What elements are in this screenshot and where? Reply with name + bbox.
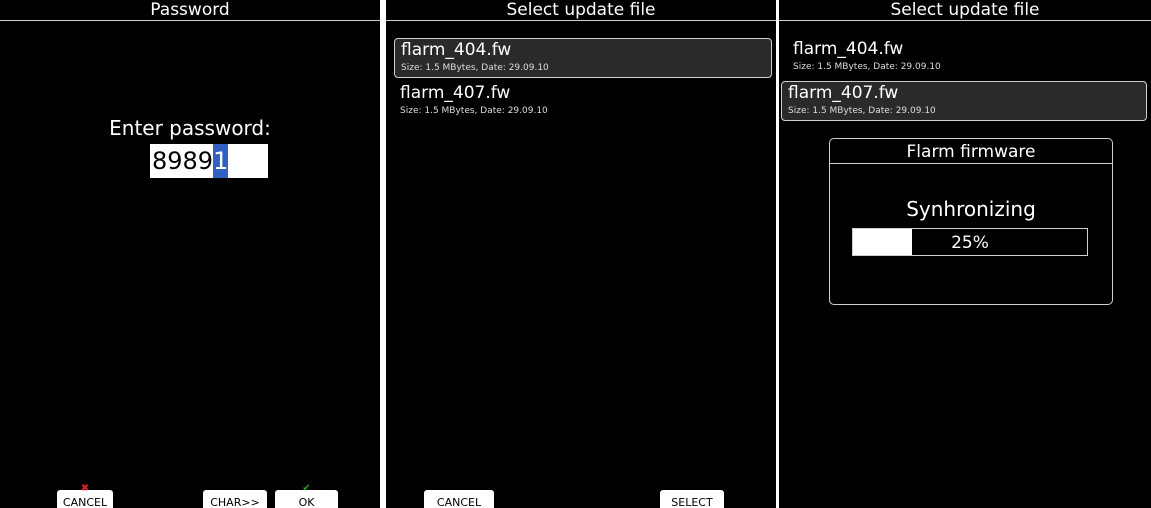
password-input[interactable]: 8989 1: [150, 144, 269, 178]
file-select-title: Select update file: [386, 0, 776, 21]
select-button-label: SELECT: [671, 496, 713, 508]
file-name: flarm_404.fw: [793, 39, 904, 59]
file-meta: Size: 1.5 MBytes, Date: 29.09.10: [793, 62, 941, 72]
cancel-button[interactable]: ✖ CANCEL: [57, 484, 113, 508]
progress-bar: 25%: [852, 228, 1088, 256]
file-select-screen: Select update file flarm_404.fw Size: 1.…: [386, 0, 776, 508]
file-name: flarm_404.fw: [401, 40, 512, 60]
progress-label: 25%: [951, 233, 989, 253]
file-item-404[interactable]: flarm_404.fw Size: 1.5 MBytes, Date: 29.…: [787, 38, 1147, 78]
file-item-404[interactable]: flarm_404.fw Size: 1.5 MBytes, Date: 29.…: [394, 38, 772, 78]
file-meta: Size: 1.5 MBytes, Date: 29.09.10: [788, 106, 936, 116]
password-blank: [228, 144, 269, 178]
file-name: flarm_407.fw: [400, 83, 511, 103]
cancel-button-label: CANCEL: [436, 496, 482, 508]
file-name: flarm_407.fw: [788, 83, 899, 103]
char-button-label: CHAR>>: [210, 496, 260, 508]
flarm-firmware-dialog: Flarm firmware Synhronizing 25%: [829, 138, 1113, 305]
ok-button-label: OK: [298, 496, 315, 508]
select-button[interactable]: SELECT: [660, 490, 724, 508]
sync-title: Select update file: [779, 0, 1151, 21]
cancel-button-label: CANCEL: [62, 496, 108, 508]
sync-message: Synhronizing: [906, 197, 1036, 221]
password-value: 8989: [150, 144, 214, 178]
ok-button[interactable]: ✔ OK: [275, 484, 338, 508]
enter-password-label: Enter password:: [109, 116, 271, 140]
cancel-button[interactable]: CANCEL: [424, 490, 494, 508]
sync-screen: Select update file flarm_404.fw Size: 1.…: [779, 0, 1151, 508]
password-screen: Password Enter password: 8989 1 ✖ CANCEL…: [0, 0, 380, 508]
password-cursor: 1: [213, 144, 229, 178]
dialog-title: Flarm firmware: [830, 139, 1112, 164]
file-meta: Size: 1.5 MBytes, Date: 29.09.10: [400, 106, 548, 116]
file-item-407[interactable]: flarm_407.fw Size: 1.5 MBytes, Date: 29.…: [781, 81, 1147, 121]
file-item-407[interactable]: flarm_407.fw Size: 1.5 MBytes, Date: 29.…: [394, 82, 772, 122]
password-title: Password: [0, 0, 380, 21]
green-check-icon: ✔: [302, 483, 311, 494]
red-x-icon: ✖: [80, 483, 90, 494]
file-meta: Size: 1.5 MBytes, Date: 29.09.10: [401, 63, 549, 73]
char-button[interactable]: CHAR>>: [203, 490, 267, 508]
